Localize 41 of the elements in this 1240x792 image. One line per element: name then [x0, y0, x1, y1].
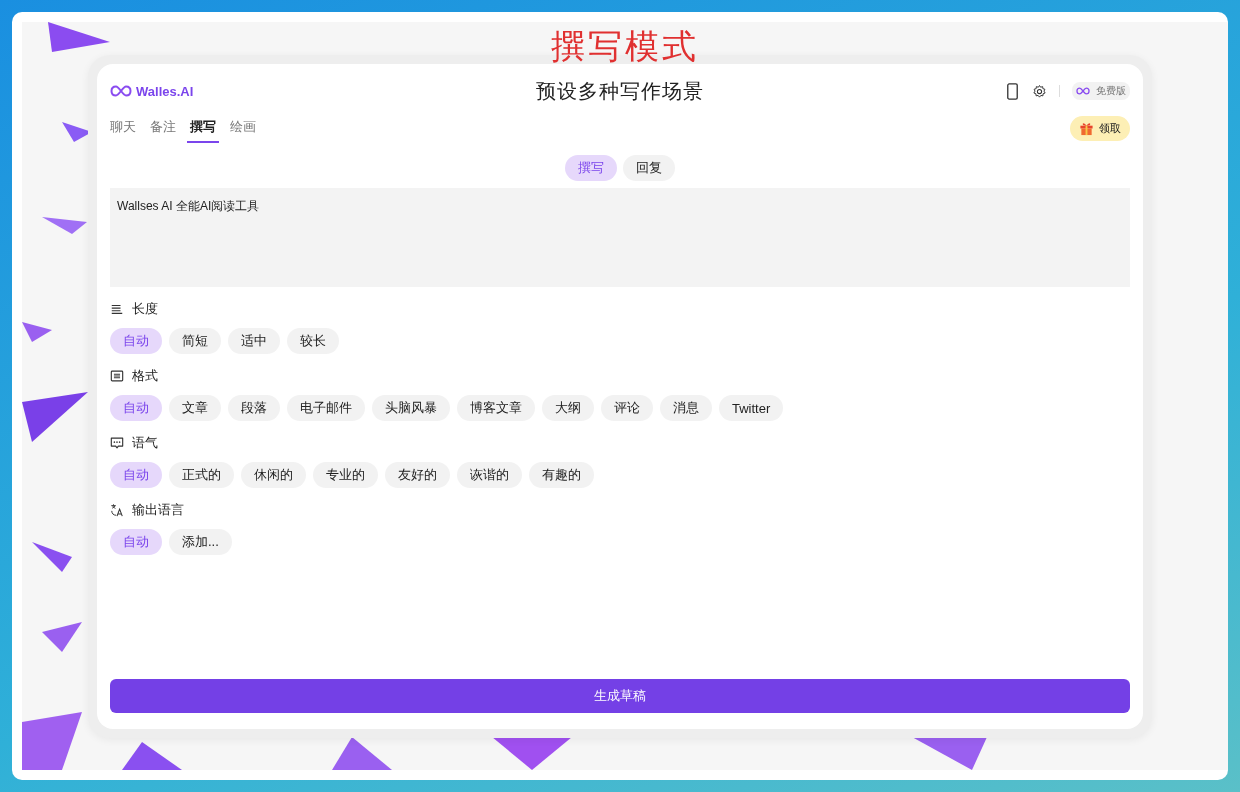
plan-badge[interactable]: 免费版 [1072, 82, 1130, 100]
option-chip[interactable]: 自动 [110, 529, 162, 555]
option-chip[interactable]: Twitter [719, 395, 784, 421]
text-input-field[interactable]: Wallses AI 全能AI阅读工具 [110, 188, 1130, 287]
option-chip[interactable]: 自动 [110, 395, 162, 421]
logo-text: Walles.AI [136, 83, 194, 99]
option-chip[interactable]: 电子邮件 [287, 395, 365, 421]
nav-tab[interactable]: 绘画 [227, 114, 259, 143]
option-chip[interactable]: 大纲 [542, 395, 594, 421]
section-label: 输出语言 [132, 501, 184, 519]
option-chip[interactable]: 诙谐的 [457, 462, 522, 488]
subtitle: 预设多种写作场景 [535, 77, 705, 105]
option-chip[interactable]: 专业的 [313, 462, 378, 488]
option-chip[interactable]: 头脑风暴 [372, 395, 450, 421]
plan-label: 免费版 [1096, 84, 1126, 98]
option-chip[interactable]: 适中 [228, 328, 280, 354]
option-chip[interactable]: 消息 [660, 395, 712, 421]
option-chip[interactable]: 正式的 [169, 462, 234, 488]
option-chip[interactable]: 博客文章 [457, 395, 535, 421]
section-label: 长度 [132, 300, 158, 318]
overlay-title: 撰写模式 [550, 25, 700, 68]
option-chip[interactable]: 休闲的 [241, 462, 306, 488]
option-chip[interactable]: 自动 [110, 328, 162, 354]
option-chip[interactable]: 段落 [228, 395, 280, 421]
option-chip[interactable]: 评论 [601, 395, 653, 421]
option-chip[interactable]: 友好的 [385, 462, 450, 488]
option-chip[interactable]: 添加... [169, 529, 232, 555]
option-chip[interactable]: 简短 [169, 328, 221, 354]
mode-tab[interactable]: 回复 [623, 155, 675, 181]
nav-tab[interactable]: 聊天 [107, 114, 139, 143]
option-chip[interactable]: 自动 [110, 462, 162, 488]
option-chip[interactable]: 较长 [287, 328, 339, 354]
nav-tab[interactable]: 备注 [147, 114, 179, 143]
section-label: 语气 [132, 434, 158, 452]
option-chip[interactable]: 文章 [169, 395, 221, 421]
claim-button[interactable]: 领取 [1070, 116, 1130, 141]
option-chip[interactable]: 有趣的 [529, 462, 594, 488]
mode-tab[interactable]: 撰写 [565, 155, 617, 181]
generate-draft-button[interactable]: 生成草稿 [110, 679, 1130, 713]
nav-tab[interactable]: 撰写 [187, 114, 219, 143]
section-label: 格式 [132, 367, 158, 385]
